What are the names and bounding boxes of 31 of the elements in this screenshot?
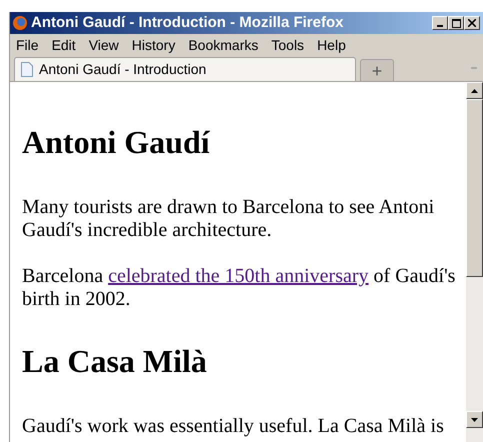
menu-item[interactable]: Edit [48, 34, 79, 56]
paragraph: Many tourists are drawn to Barcelona to see Antoni Gaudí's incredible architecture. [22, 196, 436, 242]
anniversary-link[interactable]: celebrated the 150th anniversary [108, 265, 369, 287]
tab-list-icon [471, 67, 477, 71]
up-arrow-icon [471, 88, 478, 92]
paragraph: Barcelona celebrated the 150th anniversary of Gaudí's birth in 2002. [22, 265, 456, 311]
maximize-button[interactable] [448, 16, 464, 30]
tab-label: Antoni Gaudí - Introduction [39, 60, 206, 79]
window-title: Antoni Gaudí - Introduction - Mozilla Firefox [31, 12, 344, 33]
menu-item[interactable]: Help [314, 34, 349, 56]
page-icon [21, 62, 33, 77]
scroll-up-button[interactable] [466, 82, 483, 99]
maximize-icon [452, 18, 460, 28]
page-heading: Antoni Gaudí [22, 126, 211, 159]
new-tab-button[interactable]: + [360, 59, 394, 81]
menu-item[interactable]: History [128, 34, 178, 56]
vertical-scrollbar[interactable] [466, 82, 483, 442]
browser-tab[interactable]: Antoni Gaudí - Introduction [14, 57, 356, 81]
down-arrow-icon [471, 418, 478, 422]
minimize-button[interactable] [432, 16, 448, 30]
page-heading: La Casa Milà [22, 345, 208, 378]
scrollbar-thumb[interactable] [466, 99, 483, 277]
menu-item[interactable]: View [86, 34, 122, 56]
menu-item[interactable]: Tools [268, 34, 308, 56]
menu-item[interactable]: File [13, 34, 42, 56]
browser-logo-icon [12, 15, 28, 31]
menu-item[interactable]: Bookmarks [185, 34, 262, 56]
scroll-down-button[interactable] [466, 411, 483, 428]
paragraph: Gaudí's work was essentially useful. La Casa Milà is [22, 415, 445, 438]
close-icon [468, 19, 476, 27]
close-button[interactable] [464, 16, 480, 30]
